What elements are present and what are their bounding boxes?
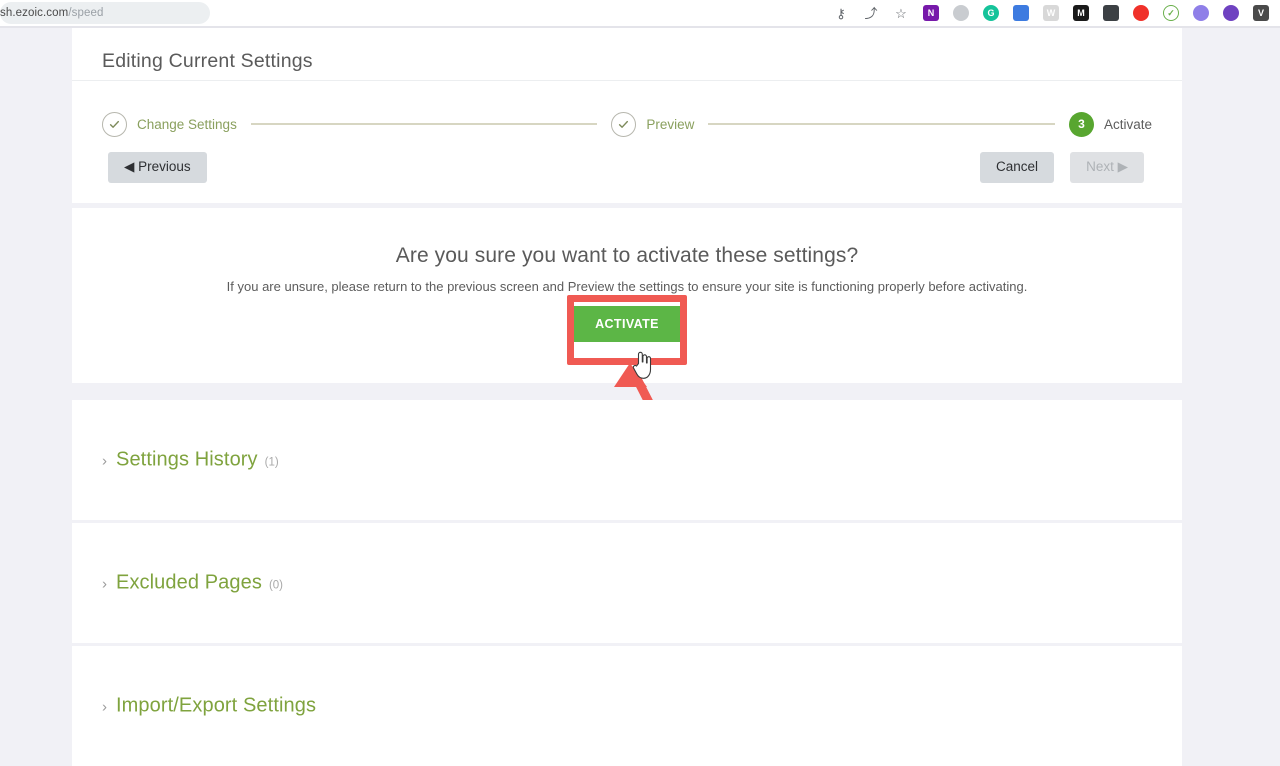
- gmail-extension-icon-badge: M: [1073, 5, 1089, 21]
- cancel-button[interactable]: Cancel: [979, 152, 1054, 183]
- browser-extension-icons: ⚷ ⤴ ☆ N G W M ✓ V: [826, 0, 1276, 26]
- vidiq-extension-icon[interactable]: V: [1246, 0, 1276, 26]
- honey-extension-icon-badge: [1133, 5, 1149, 21]
- purple-camera-extension-icon[interactable]: [1186, 0, 1216, 26]
- accordion-count-settings-history: (1): [264, 456, 279, 469]
- import-export-settings-card: › Import/Export Settings: [72, 646, 1182, 766]
- step-number-badge: 3: [1068, 111, 1094, 137]
- accordion-import-export[interactable]: › Import/Export Settings: [102, 695, 323, 718]
- bookmark-star-icon[interactable]: ☆: [886, 0, 916, 26]
- step-label-activate: Activate: [1103, 116, 1152, 132]
- step-change-settings[interactable]: Change Settings: [102, 111, 237, 137]
- onenote-extension-icon-badge: N: [923, 5, 939, 21]
- gmail-extension-icon[interactable]: M: [1066, 0, 1096, 26]
- next-button: Next ▶: [1070, 152, 1144, 183]
- chevron-right-icon: ›: [102, 452, 107, 470]
- wiki-extension-icon[interactable]: W: [1036, 0, 1066, 26]
- grammarly-gray-extension-icon[interactable]: [946, 0, 976, 26]
- wiki-extension-icon-badge: W: [1043, 5, 1059, 21]
- page-body: Editing Current Settings Change Settings: [0, 28, 1280, 766]
- color-wheel-extension-icon[interactable]: [1216, 0, 1246, 26]
- password-key-icon[interactable]: ⚷: [826, 0, 856, 26]
- accordion-count-excluded-pages: (0): [268, 579, 284, 592]
- previous-button[interactable]: ◀ Previous: [108, 152, 207, 183]
- onenote-extension-icon[interactable]: N: [916, 0, 946, 26]
- accordion-title-settings-history: Settings History: [116, 448, 258, 471]
- color-wheel-extension-icon-badge: [1223, 5, 1239, 21]
- page-title: Editing Current Settings: [102, 50, 313, 72]
- grammarly-extension-icon[interactable]: G: [976, 0, 1006, 26]
- activate-button[interactable]: ACTIVATE: [569, 306, 685, 342]
- step-preview[interactable]: Preview: [611, 111, 695, 137]
- activate-button-wrapper: ACTIVATE: [569, 306, 685, 342]
- password-key-icon-glyph: ⚷: [836, 5, 846, 21]
- address-bar-url: sh.ezoic.com/speed: [0, 7, 104, 19]
- check-circle-extension-icon-badge: ✓: [1163, 5, 1179, 21]
- grammarly-extension-icon-badge: G: [983, 5, 999, 21]
- blue-note-extension-icon[interactable]: [1006, 0, 1036, 26]
- step-activate[interactable]: 3 Activate: [1068, 111, 1152, 137]
- accordion-title-import-export: Import/Export Settings: [116, 694, 317, 717]
- wizard-stepper: Change Settings Preview 3 Activate: [72, 100, 1182, 148]
- vidiq-extension-icon-badge: V: [1253, 5, 1269, 21]
- blue-note-extension-icon-badge: [1013, 5, 1029, 21]
- wizard-button-row: ◀ Previous Cancel Next ▶: [72, 152, 1182, 192]
- chevron-right-icon: ›: [102, 575, 107, 593]
- accordion-title-excluded-pages: Excluded Pages: [116, 571, 262, 594]
- step-label-preview: Preview: [646, 116, 695, 132]
- share-icon-glyph: ⤴: [864, 5, 878, 21]
- check-circle-extension-icon[interactable]: ✓: [1156, 0, 1186, 26]
- step-label-change-settings: Change Settings: [137, 116, 237, 132]
- address-bar[interactable]: sh.ezoic.com/speed: [0, 2, 210, 24]
- accordion-settings-history[interactable]: › Settings History (1): [102, 449, 279, 472]
- settings-history-card: › Settings History (1): [72, 400, 1182, 520]
- accordion-excluded-pages[interactable]: › Excluded Pages (0): [102, 572, 283, 595]
- chevron-right-icon: ›: [102, 698, 107, 716]
- title-divider: [72, 80, 1182, 81]
- wizard-card: Editing Current Settings Change Settings: [72, 28, 1182, 203]
- bookmark-star-icon-glyph: ☆: [895, 5, 907, 21]
- honey-extension-icon[interactable]: [1126, 0, 1156, 26]
- purple-camera-extension-icon-badge: [1193, 5, 1209, 21]
- browser-toolbar: sh.ezoic.com/speed ⚷ ⤴ ☆ N G W M ✓ V: [0, 0, 1280, 26]
- check-circle-icon: [102, 111, 127, 137]
- activation-confirm-card: Are you sure you want to activate these …: [72, 208, 1182, 383]
- check-circle-icon: [611, 111, 637, 137]
- excluded-pages-card: › Excluded Pages (0): [72, 523, 1182, 643]
- stepper-connector-1: [250, 123, 598, 125]
- confirm-subtext: If you are unsure, please return to the …: [226, 279, 1028, 294]
- grammarly-gray-extension-icon-badge: [953, 5, 969, 21]
- toolbox-extension-icon-badge: [1103, 5, 1119, 21]
- stepper-connector-2: [708, 123, 1055, 125]
- confirm-question: Are you sure you want to activate these …: [395, 244, 859, 267]
- share-icon[interactable]: ⤴: [856, 0, 886, 26]
- toolbox-extension-icon[interactable]: [1096, 0, 1126, 26]
